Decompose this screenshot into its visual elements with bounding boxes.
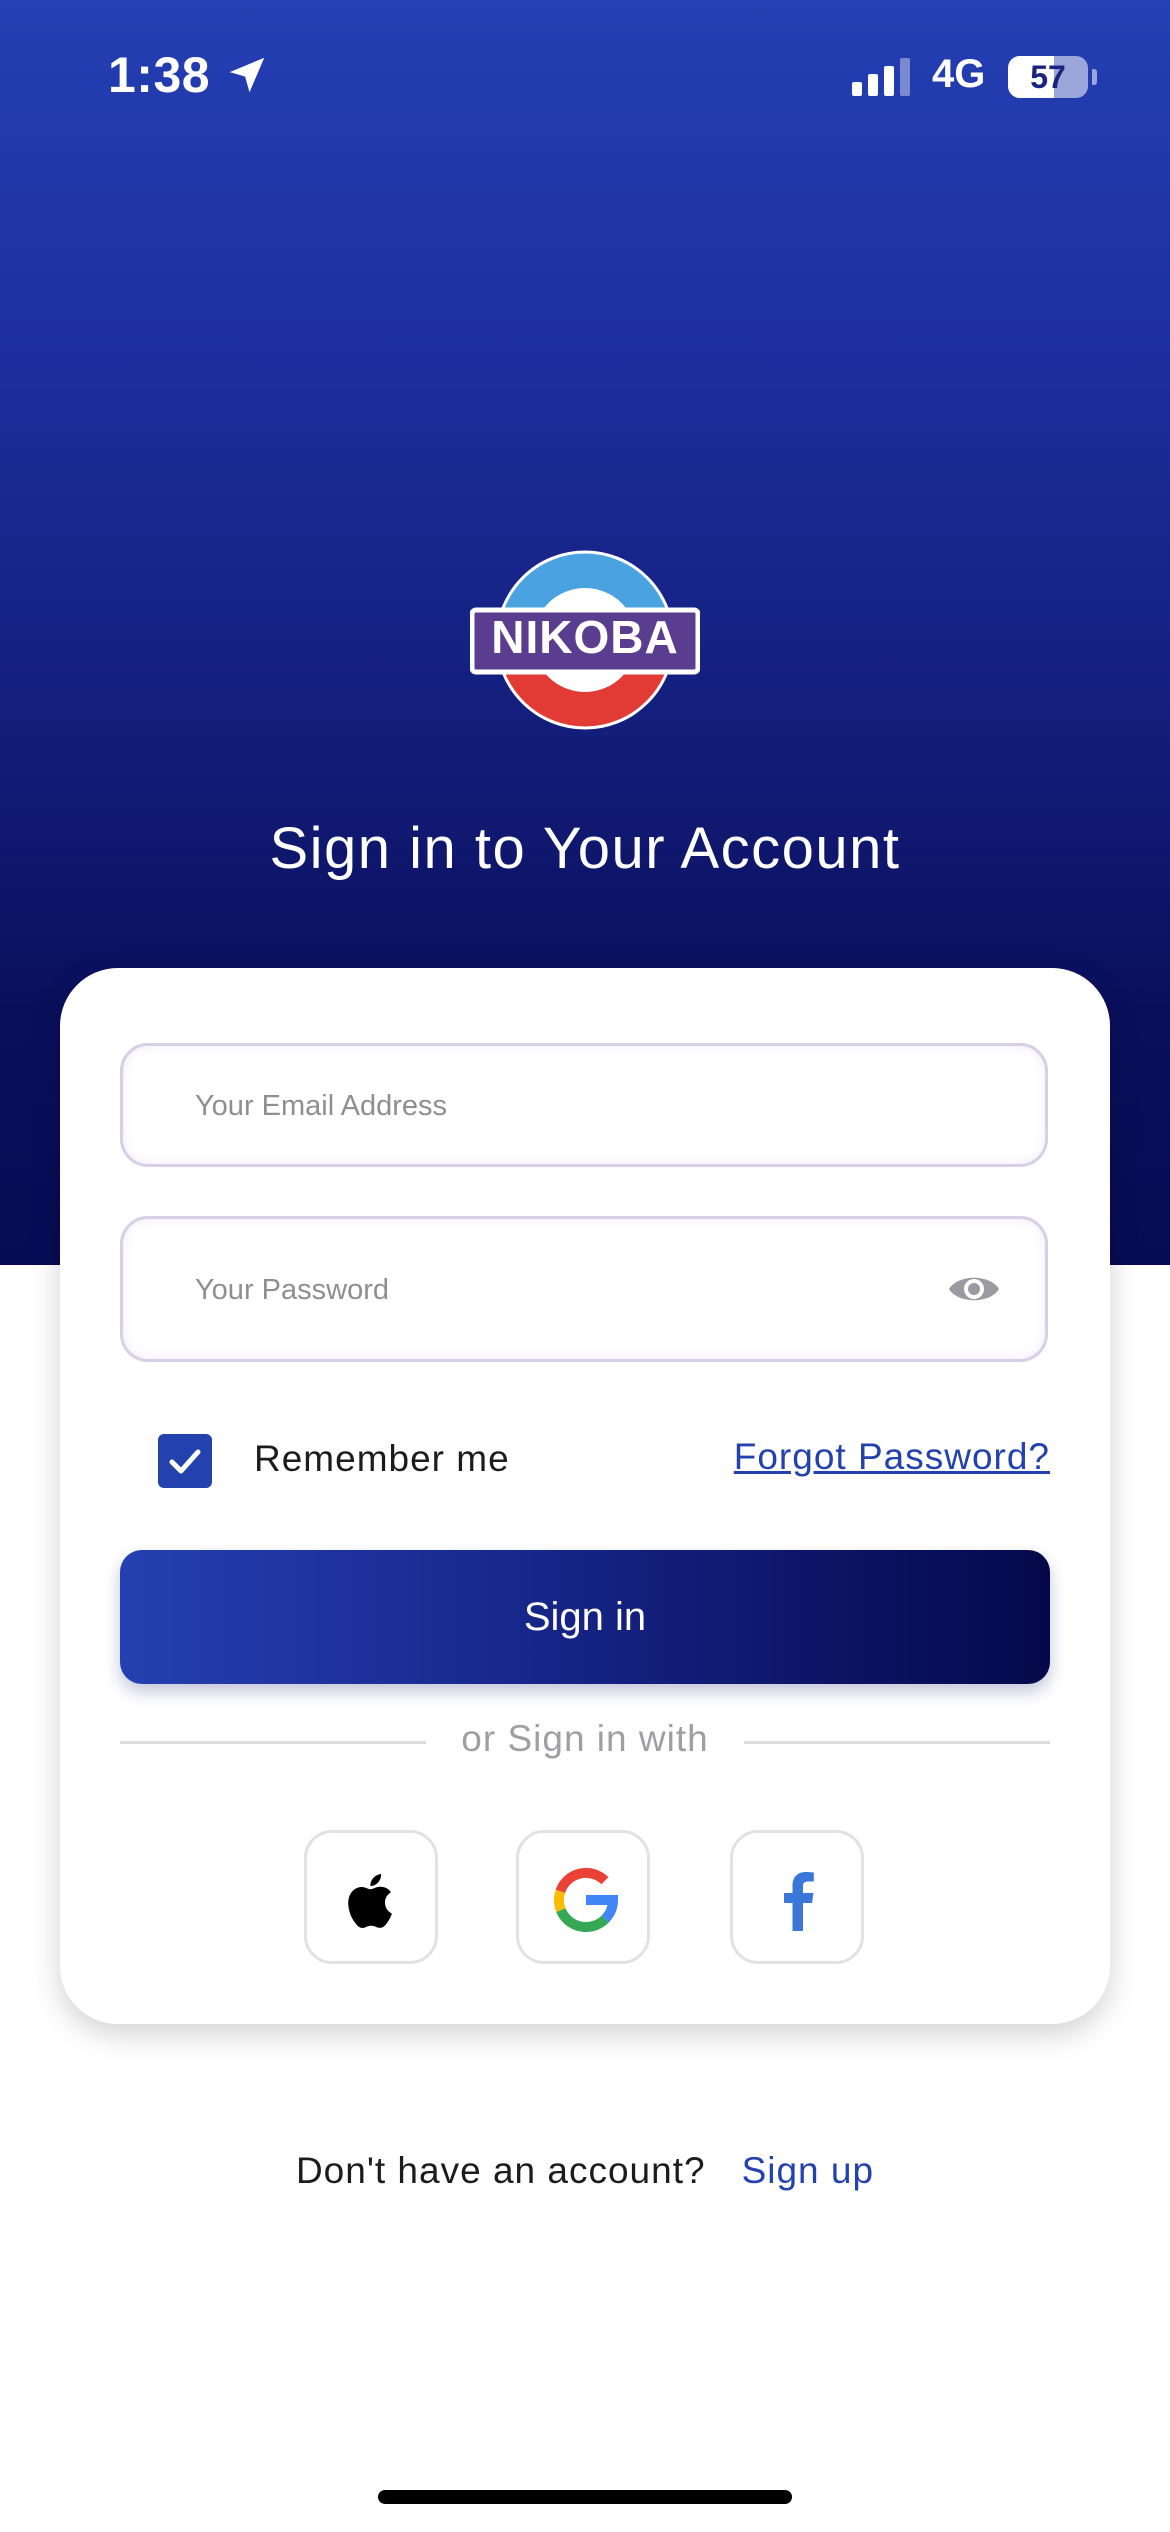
page-title: Sign in to Your Account bbox=[269, 816, 901, 881]
apple-signin-button[interactable] bbox=[304, 1830, 438, 1964]
signup-prompt: Don't have an account? Sign up bbox=[0, 2150, 1170, 2192]
google-icon bbox=[553, 1867, 619, 1933]
status-time: 1:38 bbox=[108, 47, 211, 103]
google-signin-button[interactable] bbox=[516, 1830, 650, 1964]
divider-line-left bbox=[120, 1741, 426, 1744]
facebook-icon bbox=[784, 1872, 814, 1931]
apple-icon bbox=[348, 1874, 392, 1928]
divider-text: or Sign in with bbox=[461, 1718, 709, 1759]
password-input[interactable] bbox=[193, 1219, 917, 1361]
remember-checkbox[interactable] bbox=[158, 1434, 212, 1488]
battery-icon: 57 bbox=[1008, 56, 1088, 98]
forgot-password-link[interactable]: Forgot Password? bbox=[734, 1436, 1050, 1478]
status-bar: 1:38 4G 57 bbox=[0, 0, 1170, 150]
signup-link[interactable]: Sign up bbox=[742, 2150, 875, 2191]
remember-label: Remember me bbox=[254, 1438, 510, 1479]
location-arrow-icon bbox=[229, 57, 265, 93]
password-field[interactable] bbox=[120, 1216, 1048, 1362]
logo-text: NIKOBA bbox=[491, 611, 678, 663]
email-field[interactable] bbox=[120, 1043, 1048, 1167]
divider-line-right bbox=[744, 1741, 1050, 1744]
nikoba-logo: NIKOBA bbox=[470, 550, 700, 730]
email-input[interactable] bbox=[193, 1046, 917, 1166]
checkmark-icon bbox=[169, 1449, 201, 1474]
facebook-signin-button[interactable] bbox=[730, 1830, 864, 1964]
battery-cap bbox=[1092, 69, 1097, 85]
signin-card: Remember me Forgot Password? Sign in or … bbox=[60, 968, 1110, 2024]
signal-icon bbox=[852, 58, 910, 96]
signup-question: Don't have an account? bbox=[295, 2150, 706, 2191]
eye-icon[interactable] bbox=[947, 1269, 1001, 1309]
home-indicator bbox=[378, 2490, 792, 2504]
signin-button[interactable]: Sign in bbox=[120, 1550, 1050, 1684]
battery-percentage: 57 bbox=[1030, 59, 1066, 95]
network-type: 4G bbox=[932, 52, 986, 96]
